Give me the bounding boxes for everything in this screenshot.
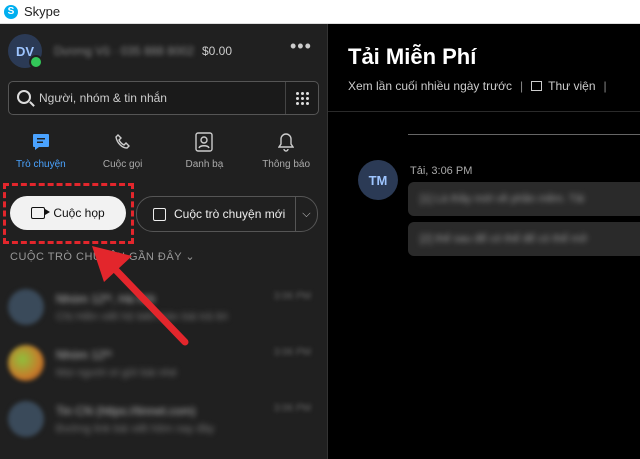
profile[interactable]: DV Dương Vũ · 035 888 8002	[8, 34, 194, 69]
message-meta: Tải, 3:06 PM	[410, 165, 473, 177]
avatar	[8, 401, 44, 437]
title-bar: S Skype	[0, 0, 640, 24]
nav-tabs: Trò chuyện Cuộc gọi Danh bạ Thông báo	[0, 131, 327, 170]
balance[interactable]: $0.00	[202, 44, 232, 58]
edit-icon	[153, 207, 166, 221]
list-item[interactable]: Tin CN (https://tinnet.com) Đường link b…	[0, 391, 327, 447]
search-placeholder: Người, nhóm & tin nhắn	[39, 91, 167, 105]
tab-contacts[interactable]: Danh bạ	[164, 131, 246, 170]
header-divider	[328, 111, 640, 112]
chat-name: Tin CN (https://tinnet.com)	[56, 403, 196, 418]
gallery-icon	[531, 81, 543, 91]
more-options-icon[interactable]: •••	[290, 36, 312, 57]
date-divider	[408, 134, 640, 135]
conversation-title[interactable]: Tải Miễn Phí	[348, 44, 476, 70]
chat-time: 3:06 PM	[273, 347, 311, 358]
chat-text: Tin CN (https://tinnet.com) Đường link b…	[56, 404, 214, 435]
conversation-subtitle: Xem lần cuối nhiều ngày trước | Thư viện…	[348, 79, 615, 93]
message-bubble[interactable]: [2] thế sau để có thể để có thể mở	[408, 222, 640, 256]
profile-name: Dương Vũ · 035 888 8002	[54, 44, 194, 58]
tab-contacts-label: Danh bạ	[185, 159, 224, 170]
chat-preview: Mọi người ơi gửi bài nhé	[56, 366, 177, 379]
tab-notifications-label: Thông báo	[262, 159, 311, 170]
chevron-down-icon[interactable]: ⌵	[302, 208, 310, 221]
sidebar: DV Dương Vũ · 035 888 8002 $0.00 ••• Ngư…	[0, 24, 328, 459]
avatar[interactable]: DV	[8, 34, 43, 69]
skype-logo-icon: S	[4, 4, 18, 19]
conversation-panel: Tải Miễn Phí Xem lần cuối nhiều ngày trư…	[328, 24, 640, 459]
message-text: [1] Là thầy mới về phần mềm. Tải	[420, 193, 585, 205]
separator: |	[603, 79, 607, 93]
avatar	[8, 289, 44, 325]
tab-chats[interactable]: Trò chuyện	[0, 131, 82, 170]
divider	[295, 197, 297, 231]
search-input[interactable]: Người, nhóm & tin nhắn	[8, 81, 319, 115]
gallery-link[interactable]: Thư viện	[548, 79, 595, 93]
message-bubble[interactable]: [1] Là thầy mới về phần mềm. Tải	[408, 182, 640, 216]
chat-time: 3:06 PM	[273, 403, 311, 414]
phone-icon	[82, 131, 164, 153]
annotation-arrow-icon	[92, 246, 189, 346]
contacts-icon	[164, 131, 246, 153]
dialpad-icon[interactable]	[285, 82, 318, 114]
avatar[interactable]: TM	[358, 160, 398, 200]
tab-chats-label: Trò chuyện	[16, 159, 66, 170]
chat-preview: Đường link bài viết hôm nay đây	[56, 422, 215, 435]
message-text: [2] thế sau để có thể để có thể mở	[420, 233, 588, 245]
search-icon	[17, 90, 31, 104]
tab-calls[interactable]: Cuộc gọi	[82, 131, 164, 170]
chat-time: 3:06 PM	[273, 291, 311, 302]
avatar	[8, 345, 44, 381]
tab-calls-label: Cuộc gọi	[102, 159, 143, 170]
window-title: Skype	[24, 4, 61, 19]
last-seen: Xem lần cuối nhiều ngày trước	[348, 79, 512, 93]
online-status-icon	[29, 55, 43, 69]
tab-notifications[interactable]: Thông báo	[245, 131, 327, 170]
separator: |	[520, 79, 524, 93]
chat-icon	[0, 131, 82, 153]
new-chat-button[interactable]: Cuộc trò chuyện mới ⌵	[136, 196, 318, 232]
highlight-box	[3, 183, 134, 244]
chat-text: Nhóm 12ᵗʰ Mọi người ơi gửi bài nhé	[56, 348, 177, 379]
bell-icon	[245, 131, 327, 153]
new-chat-label: Cuộc trò chuyện mới	[174, 207, 286, 221]
